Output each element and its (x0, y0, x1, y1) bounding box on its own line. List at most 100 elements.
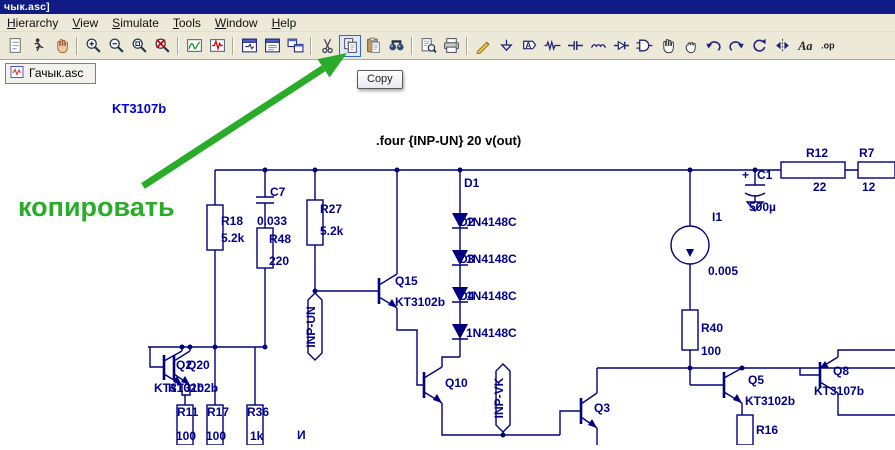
zoom-in-button[interactable] (82, 35, 104, 57)
tab-schematic-file[interactable]: Гачык.asc (5, 62, 97, 84)
component-label[interactable]: 1N4148C (466, 289, 517, 303)
redo-button[interactable] (725, 35, 747, 57)
component-label[interactable]: 220 (269, 254, 289, 268)
menu-item-hierarchy[interactable]: Hierarchy (0, 15, 65, 31)
component-label[interactable]: R7 (859, 146, 875, 160)
component-label[interactable]: Q15 (395, 274, 418, 288)
new-schematic-button[interactable] (4, 35, 26, 57)
label-button[interactable]: A (518, 35, 540, 57)
component-label[interactable]: C1 (757, 168, 773, 182)
tile-windows-button[interactable] (284, 35, 306, 57)
component-label[interactable]: KT3102b (395, 295, 445, 309)
zoom-in-icon (85, 38, 101, 53)
component-label[interactable]: 22 (813, 180, 827, 194)
net-label[interactable]: INP-VK (492, 377, 506, 418)
inductor-button[interactable] (587, 35, 609, 57)
menu-item-help[interactable]: Help (265, 15, 304, 31)
net-label[interactable]: INP-UN (304, 306, 318, 347)
component-label[interactable]: I1 (712, 210, 722, 224)
menu-item-simulate[interactable]: Simulate (105, 15, 166, 31)
schematic-canvas[interactable]: .four {INP-UN} 20 v(out) KT3107b R18 5.2k C… (0, 85, 895, 446)
component-label[interactable]: 100 (206, 429, 226, 443)
diode-button[interactable] (610, 35, 632, 57)
op-button[interactable]: .op (817, 35, 839, 57)
component-label[interactable]: KT3107b (814, 384, 864, 398)
schematic-window-button[interactable] (238, 35, 260, 57)
component-label[interactable]: Q20 (187, 358, 210, 372)
undo-button[interactable] (702, 35, 724, 57)
rotate-icon (752, 38, 766, 52)
component-label[interactable]: 5.2k (320, 224, 344, 238)
component-label[interactable]: D1 (464, 176, 480, 190)
move-icon (662, 38, 674, 54)
window-titlebar: чык.asc] (0, 0, 895, 14)
netlist-button[interactable] (261, 35, 283, 57)
component-label[interactable]: R16 (756, 423, 778, 437)
print-preview-button[interactable] (417, 35, 439, 57)
component-label[interactable]: C7 (270, 185, 286, 199)
component-label[interactable]: 1N4148C (466, 252, 517, 266)
toolbar-separator (73, 36, 81, 56)
component-label[interactable]: KT3102b (168, 381, 218, 395)
zoom-off-button[interactable] (151, 35, 173, 57)
cut-button[interactable] (316, 35, 338, 57)
zoom-full-button[interactable] (128, 35, 150, 57)
component-label[interactable]: R12 (806, 146, 828, 160)
component-label[interactable]: И (297, 428, 306, 442)
component-label[interactable]: R18 (221, 214, 243, 228)
component-label[interactable]: 0.033 (257, 214, 287, 228)
text-button[interactable]: Aa (794, 35, 816, 57)
schematic-doc-icon (10, 65, 25, 80)
plot-settings-button[interactable] (206, 35, 228, 57)
wire-button[interactable] (472, 35, 494, 57)
component-label[interactable]: KT3102b (745, 394, 795, 408)
component-label[interactable]: R48 (269, 232, 291, 246)
menu-item-view[interactable]: View (65, 15, 105, 31)
toolbar-separator (408, 36, 416, 56)
component-label[interactable]: Q8 (833, 364, 849, 378)
mirror-button[interactable] (771, 35, 793, 57)
component-label[interactable]: R27 (320, 202, 342, 216)
component-label[interactable]: Q5 (748, 373, 764, 387)
component-label[interactable]: 12 (862, 180, 876, 194)
component-label[interactable]: 100 (701, 344, 721, 358)
ground-button[interactable] (495, 35, 517, 57)
component-label[interactable]: 100 (176, 429, 196, 443)
paste-button[interactable] (362, 35, 384, 57)
component-label[interactable]: R11 (177, 405, 199, 419)
component-label[interactable]: R17 (207, 405, 229, 419)
inductor-icon (590, 44, 606, 48)
find-button[interactable] (385, 35, 407, 57)
plot-pane-button[interactable] (183, 35, 205, 57)
component-label[interactable]: R40 (701, 321, 723, 335)
copy-button[interactable] (339, 34, 361, 57)
capacitor-button[interactable] (564, 35, 586, 57)
component-button[interactable] (633, 35, 655, 57)
text-icon: Aa (797, 39, 812, 53)
netlist-icon (264, 38, 280, 53)
zoom-out-button[interactable] (105, 35, 127, 57)
print-button[interactable] (440, 35, 462, 57)
component-label[interactable]: 1N4148C (466, 215, 517, 229)
component-label[interactable]: 500µ (749, 200, 776, 214)
menu-item-tools[interactable]: Tools (166, 15, 208, 31)
spice-directive[interactable]: .four {INP-UN} 20 v(out) (376, 133, 521, 148)
drag-button[interactable] (679, 35, 701, 57)
component-label[interactable]: R36 (247, 405, 269, 419)
run-button[interactable] (27, 35, 49, 57)
menu-bar: Hierarchy View Simulate Tools Window Help (0, 14, 895, 32)
component-label[interactable]: 1k (250, 429, 264, 443)
component-label[interactable]: 0.005 (708, 264, 738, 278)
print-preview-icon (421, 38, 437, 53)
component-label[interactable]: 1N4148C (466, 326, 517, 340)
rotate-button[interactable] (748, 35, 770, 57)
resistor-button[interactable] (541, 35, 563, 57)
halt-button[interactable] (50, 35, 72, 57)
component-label[interactable]: 5.2k (221, 231, 245, 245)
component-label[interactable]: + (742, 168, 749, 182)
move-button[interactable] (656, 35, 678, 57)
component-label[interactable]: Q3 (594, 401, 610, 415)
component-label[interactable]: KT3107b (112, 101, 166, 116)
component-label[interactable]: Q10 (445, 376, 468, 390)
menu-item-window[interactable]: Window (208, 15, 265, 31)
